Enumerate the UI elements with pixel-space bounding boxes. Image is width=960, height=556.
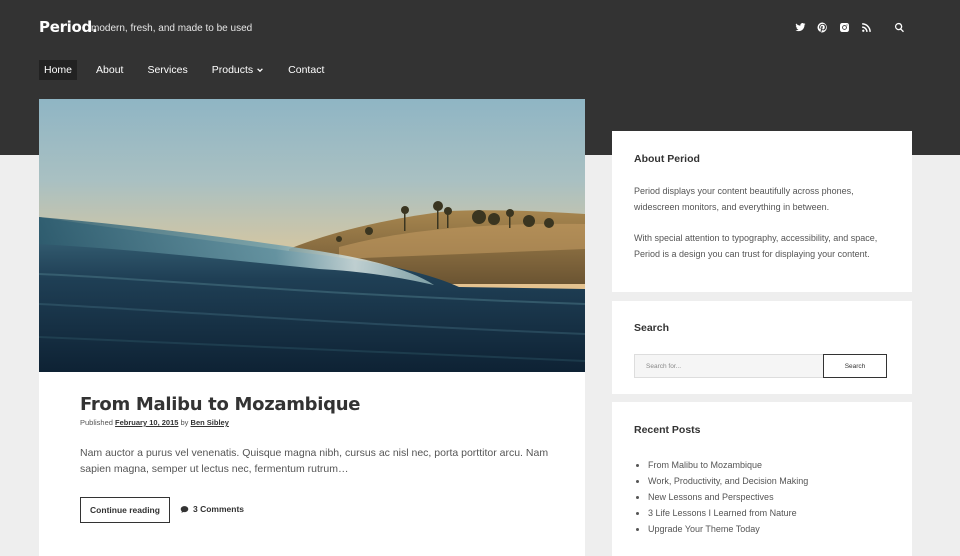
- widget-title: Recent Posts: [634, 424, 701, 436]
- menu-item-label: Contact: [288, 64, 325, 76]
- widget-title: About Period: [634, 153, 700, 165]
- search-input[interactable]: [634, 354, 824, 378]
- chevron-down-icon: [257, 68, 264, 73]
- by-label: by: [180, 418, 189, 427]
- site-tagline: modern, fresh, and made to be used: [91, 23, 253, 34]
- recent-post-link[interactable]: Upgrade Your Theme Today: [648, 521, 898, 537]
- comments-count: 3 Comments: [193, 504, 245, 514]
- menu-item-label: About: [96, 64, 124, 76]
- menu-item-label: Products: [211, 64, 254, 76]
- pinterest-icon[interactable]: [811, 19, 833, 35]
- menu-item-label: Services: [147, 64, 188, 76]
- menu-item-products[interactable]: Products: [207, 60, 269, 80]
- continue-reading-button[interactable]: Continue reading: [80, 497, 170, 523]
- menu-item-about[interactable]: About: [91, 60, 128, 80]
- published-label: Published: [80, 418, 113, 427]
- menu-item-contact[interactable]: Contact: [283, 60, 329, 80]
- search-button[interactable]: Search: [823, 354, 887, 378]
- recent-post-link[interactable]: 3 Life Lessons I Learned from Nature: [648, 505, 898, 521]
- post-date-link[interactable]: February 10, 2015: [115, 418, 178, 427]
- comment-icon: [180, 505, 189, 513]
- widget-title: Search: [634, 322, 670, 334]
- comments-link[interactable]: 3 Comments: [180, 504, 244, 514]
- search-icon[interactable]: [888, 19, 910, 35]
- recent-posts-list: From Malibu to Mozambique Work, Producti…: [648, 457, 898, 537]
- menu-item-label: Home: [44, 64, 73, 76]
- post-title[interactable]: From Malibu to Mozambique: [80, 394, 360, 415]
- twitter-icon[interactable]: [789, 19, 811, 35]
- recent-posts-widget: Recent Posts From Malibu to Mozambique W…: [612, 402, 912, 556]
- recent-post-link[interactable]: New Lessons and Perspectives: [648, 489, 898, 505]
- post-author-link[interactable]: Ben Sibley: [191, 418, 229, 427]
- rss-icon[interactable]: [855, 19, 877, 35]
- about-text-2: With special attention to typography, ac…: [634, 233, 878, 259]
- menu-item-services[interactable]: Services: [142, 60, 192, 80]
- menu-item-home[interactable]: Home: [39, 60, 78, 80]
- post-excerpt: Nam auctor a purus vel venenatis. Quisqu…: [80, 447, 549, 475]
- featured-image[interactable]: [39, 99, 585, 372]
- instagram-icon[interactable]: [833, 19, 855, 35]
- social-links: [789, 19, 910, 35]
- post-meta: Published February 10, 2015 by Ben Sible…: [80, 418, 229, 427]
- about-text-1: Period displays your content beautifully…: [634, 186, 854, 212]
- search-widget: Search Search: [612, 301, 912, 394]
- site-title[interactable]: Period.: [39, 18, 98, 36]
- recent-post-link[interactable]: Work, Productivity, and Decision Making: [648, 473, 898, 489]
- post-card: From Malibu to Mozambique Published Febr…: [39, 99, 585, 556]
- primary-menu: Home About Services Products Contact: [39, 60, 343, 80]
- recent-post-link[interactable]: From Malibu to Mozambique: [648, 457, 898, 473]
- about-widget: About Period Period displays your conten…: [612, 131, 912, 292]
- ocean-wave-illustration: [39, 201, 585, 372]
